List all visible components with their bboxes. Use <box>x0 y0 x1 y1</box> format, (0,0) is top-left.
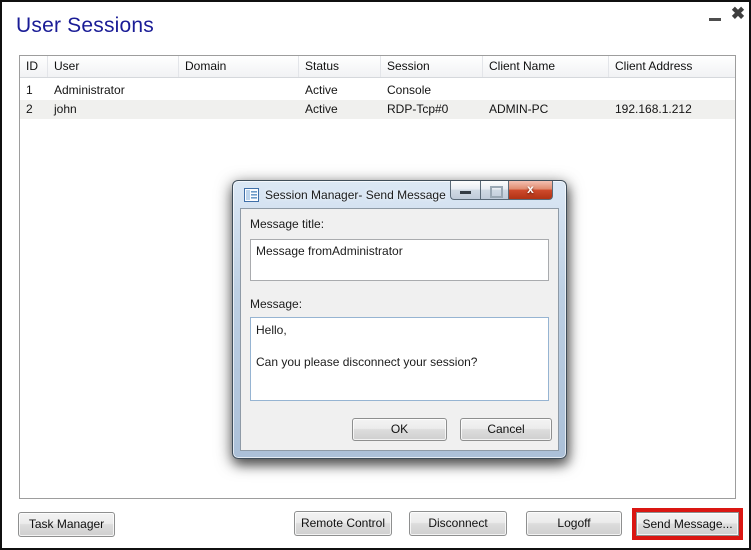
task-manager-button[interactable]: Task Manager <box>18 512 115 537</box>
dialog-caption-buttons: x <box>450 181 553 200</box>
dialog-body: Message title: Message fromAdministrator… <box>240 208 559 451</box>
cell-id: 1 <box>20 81 48 100</box>
cell-status: Active <box>299 100 381 119</box>
cell-domain <box>179 81 299 100</box>
cell-domain <box>179 100 299 119</box>
send-message-highlight: Send Message... <box>632 508 743 540</box>
remote-control-button[interactable]: Remote Control <box>294 511 392 536</box>
dialog-close-icon[interactable]: x <box>508 181 553 200</box>
user-sessions-window: User Sessions ✖ ID User Domain Status Se… <box>0 0 751 550</box>
dialog-icon <box>244 188 259 202</box>
dialog-title: Session Manager- Send Message <box>265 188 446 202</box>
message-input[interactable]: Hello, Can you please disconnect your se… <box>250 317 549 401</box>
cell-session: RDP-Tcp#0 <box>381 100 483 119</box>
ok-button[interactable]: OK <box>352 418 447 441</box>
cell-user: Administrator <box>48 81 179 100</box>
cell-id: 2 <box>20 100 48 119</box>
column-header-id[interactable]: ID <box>20 56 48 77</box>
cell-client-address <box>609 81 735 100</box>
column-header-client-name[interactable]: Client Name <box>483 56 609 77</box>
message-title-label: Message title: <box>250 217 549 231</box>
column-header-session[interactable]: Session <box>381 56 483 77</box>
page-title: User Sessions <box>16 14 154 38</box>
disconnect-button[interactable]: Disconnect <box>409 511 507 536</box>
cell-client-name: ADMIN-PC <box>483 100 609 119</box>
send-message-dialog: Session Manager- Send Message x Message … <box>232 180 567 459</box>
cell-session: Console <box>381 81 483 100</box>
cell-user: john <box>48 100 179 119</box>
column-header-client-address[interactable]: Client Address <box>609 56 735 77</box>
column-header-user[interactable]: User <box>48 56 179 77</box>
table-header: ID User Domain Status Session Client Nam… <box>20 56 735 78</box>
cancel-button[interactable]: Cancel <box>460 418 552 441</box>
table-body: 1 Administrator Active Console 2 john Ac… <box>20 81 735 119</box>
message-label: Message: <box>250 297 549 311</box>
logoff-button[interactable]: Logoff <box>526 511 622 536</box>
minimize-icon[interactable] <box>707 14 723 24</box>
dialog-minimize-icon[interactable] <box>450 181 480 200</box>
table-row[interactable]: 1 Administrator Active Console <box>20 81 735 100</box>
cell-status: Active <box>299 81 381 100</box>
dialog-maximize-icon[interactable] <box>480 181 508 200</box>
close-icon[interactable]: ✖ <box>728 3 748 25</box>
table-row[interactable]: 2 john Active RDP-Tcp#0 ADMIN-PC 192.168… <box>20 100 735 119</box>
cell-client-address: 192.168.1.212 <box>609 100 735 119</box>
column-header-domain[interactable]: Domain <box>179 56 299 77</box>
send-message-button[interactable]: Send Message... <box>636 512 739 536</box>
cell-client-name <box>483 81 609 100</box>
message-title-input[interactable]: Message fromAdministrator <box>250 239 549 281</box>
column-header-status[interactable]: Status <box>299 56 381 77</box>
dialog-button-row: OK Cancel <box>352 418 552 441</box>
